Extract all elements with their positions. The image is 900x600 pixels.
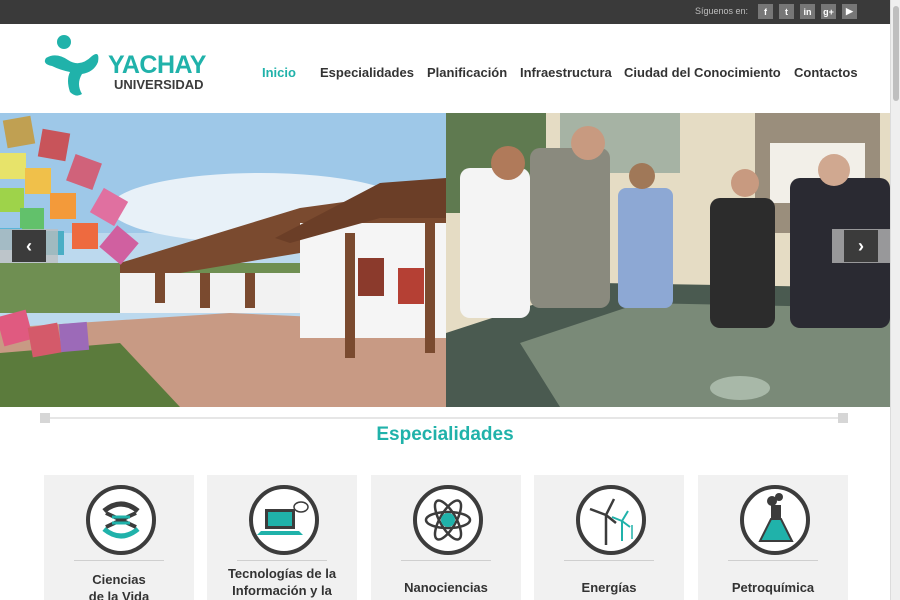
googleplus-icon[interactable]: g+ — [821, 4, 836, 19]
social-links: f t in g+ ▶ — [758, 4, 857, 19]
nav-item-planificacion[interactable]: Planificación — [427, 65, 507, 80]
card-label: Ciencias de la Vida — [88, 572, 150, 600]
hero-image — [0, 113, 890, 407]
card-divider — [728, 560, 818, 561]
card-divider — [401, 560, 491, 561]
card-label: Tecnologías de la Información y la — [227, 566, 337, 598]
slider-progress-start — [40, 413, 50, 423]
specialty-cards: Ciencias de la Vida Tecnologías de la In… — [44, 475, 848, 600]
chevron-left-icon: ‹ — [12, 230, 46, 262]
laptop-icon — [257, 501, 309, 535]
scrollbar-thumb[interactable] — [893, 6, 899, 101]
atom-icon — [424, 499, 472, 541]
slider-progress-line — [46, 417, 842, 419]
nav-item-infraestructura[interactable]: Infraestructura — [520, 65, 612, 80]
nav-item-inicio[interactable]: Inicio — [262, 65, 296, 80]
specialty-card-ciencias-de-la-vida[interactable]: Ciencias de la Vida — [44, 475, 194, 600]
nav-item-especialidades[interactable]: Especialidades — [320, 65, 414, 80]
follow-us-label: Síguenos en: — [694, 6, 748, 16]
flask-icon — [758, 493, 794, 542]
campus-buildings-photo — [0, 113, 446, 407]
card-divider — [564, 560, 654, 561]
card-label: Nanociencias — [404, 580, 488, 595]
nav-item-contactos[interactable]: Contactos — [794, 65, 858, 80]
specialty-card-energias[interactable]: Energías — [534, 475, 684, 600]
linkedin-icon[interactable]: in — [800, 4, 815, 19]
chevron-right-icon: › — [844, 230, 878, 262]
card-icon-circle — [413, 485, 483, 555]
card-divider — [237, 560, 327, 561]
top-social-bar: Síguenos en: f t in g+ ▶ — [0, 0, 890, 24]
hero-slider: ‹ › — [0, 113, 890, 407]
twitter-icon[interactable]: t — [779, 4, 794, 19]
specialty-card-petroquimica[interactable]: Petroquímica — [698, 475, 848, 600]
slider-progress — [40, 413, 848, 423]
specialty-card-tecnologias-de-la-informacion[interactable]: Tecnologías de la Información y la — [207, 475, 357, 600]
slider-prev-button[interactable]: ‹ — [0, 229, 58, 263]
card-icon-circle — [249, 485, 319, 555]
card-icon-circle — [576, 485, 646, 555]
card-divider — [74, 560, 164, 561]
section-title-especialidades: Especialidades — [376, 424, 514, 445]
facebook-icon[interactable]: f — [758, 4, 773, 19]
card-label: Petroquímica — [731, 580, 815, 595]
scale-model-visit-photo — [446, 113, 890, 407]
dna-icon — [102, 501, 140, 539]
page-scrollbar[interactable] — [890, 0, 900, 600]
slider-next-button[interactable]: › — [832, 229, 890, 263]
specialty-card-nanociencias[interactable]: Nanociencias — [371, 475, 521, 600]
card-icon-circle — [86, 485, 156, 555]
main-nav: Inicio Especialidades Planificación Infr… — [0, 65, 890, 85]
card-icon-circle — [740, 485, 810, 555]
slider-progress-end — [838, 413, 848, 423]
site-header: YACHAY UNIVERSIDAD Inicio Especialidades… — [0, 24, 890, 113]
youtube-icon[interactable]: ▶ — [842, 4, 857, 19]
nav-item-ciudad-del-conocimiento[interactable]: Ciudad del Conocimiento — [624, 65, 781, 80]
wind-turbine-icon — [589, 498, 633, 545]
card-label: Energías — [581, 580, 637, 595]
